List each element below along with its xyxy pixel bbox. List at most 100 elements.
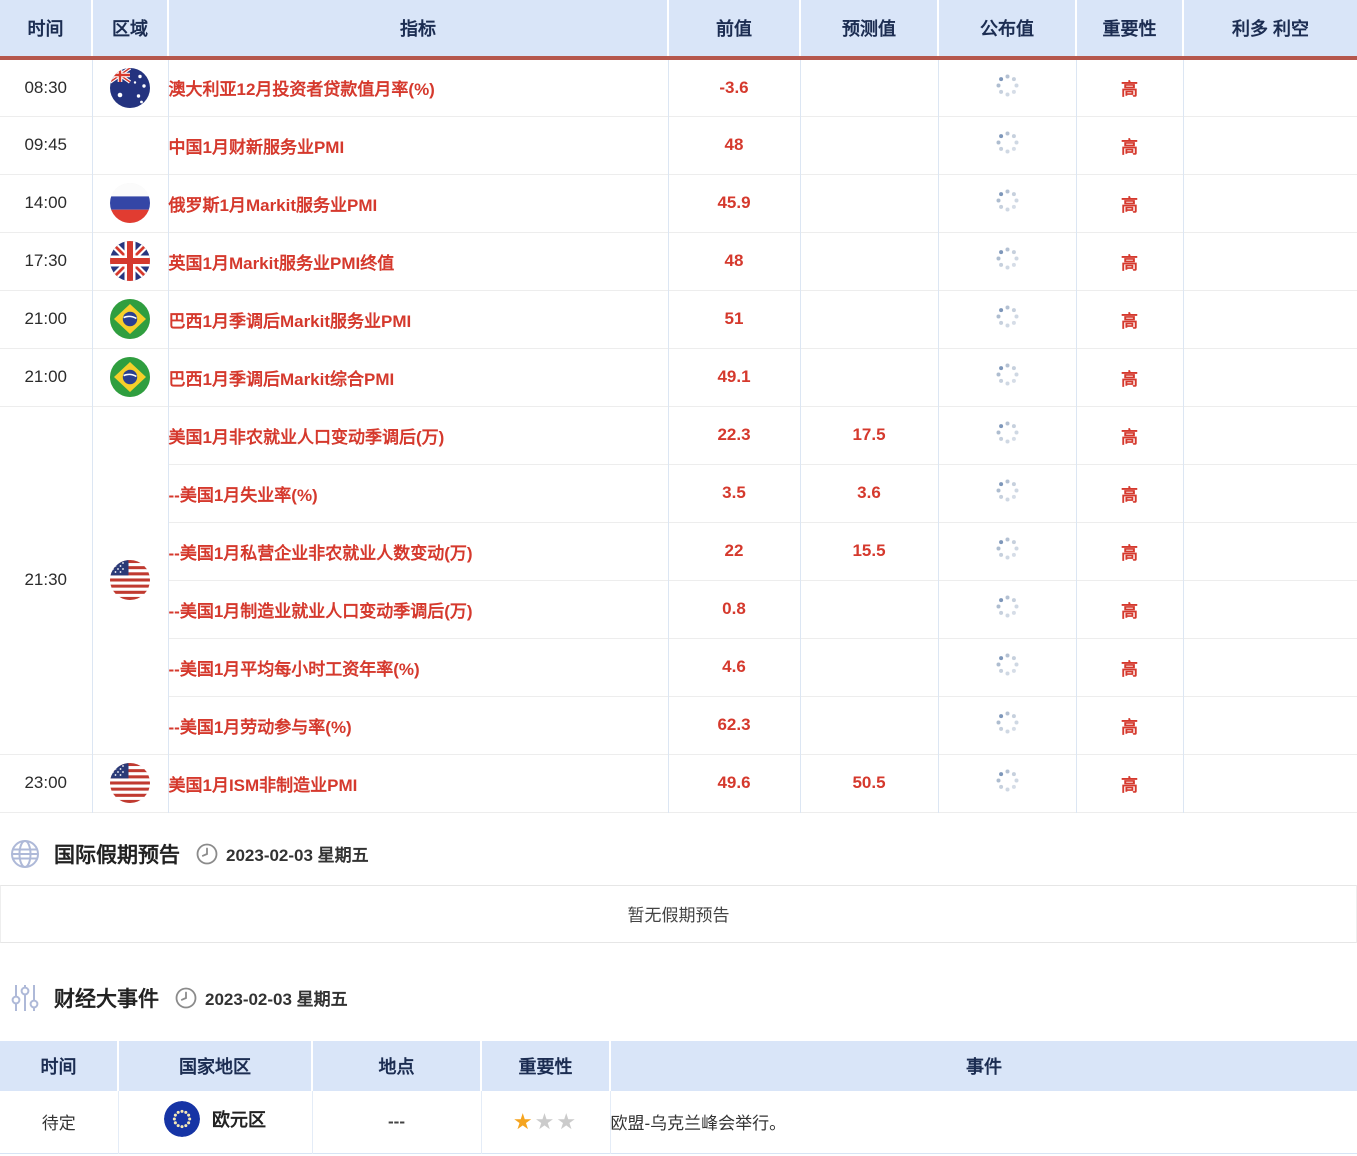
time-cell: 09:45 (0, 116, 92, 174)
flag-usa-icon (110, 763, 150, 803)
sliders-icon (10, 983, 40, 1013)
forecast-value-cell: 50.5 (800, 754, 938, 812)
indicator-link[interactable]: 美国1月非农就业人口变动季调后(万) (168, 406, 668, 464)
forecast-value-cell (800, 58, 938, 116)
published-value-cell (938, 638, 1076, 696)
big-events-table: 时间 国家地区 地点 重要性 事件 待定 欧元区---★★★欧盟-乌克兰峰会举行… (0, 1041, 1357, 1155)
published-value-cell (938, 464, 1076, 522)
importance-cell: 高 (1076, 406, 1183, 464)
region-cell (92, 58, 168, 116)
indicator-link[interactable]: 巴西1月季调后Markit综合PMI (168, 348, 668, 406)
holiday-section-header: 国际假期预告 2023-02-03 星期五 (0, 839, 1357, 869)
calendar-row: 09:45中国1月财新服务业PMI48高 (0, 116, 1357, 174)
col-header-forecast: 预测值 (800, 0, 938, 58)
sentiment-cell (1183, 638, 1357, 696)
forecast-value-cell (800, 348, 938, 406)
region-cell (92, 348, 168, 406)
previous-value-cell: 48 (668, 232, 800, 290)
holiday-empty-box: 暂无假期预告 (0, 885, 1357, 943)
events-section-date: 2023-02-03 星期五 (205, 985, 348, 1010)
indicator-link[interactable]: 澳大利亚12月投资者贷款值月率(%) (168, 58, 668, 116)
time-cell: 08:30 (0, 58, 92, 116)
importance-cell: 高 (1076, 754, 1183, 812)
indicator-link[interactable]: 俄罗斯1月Markit服务业PMI (168, 174, 668, 232)
sentiment-cell (1183, 580, 1357, 638)
importance-cell: 高 (1076, 290, 1183, 348)
indicator-link[interactable]: 中国1月财新服务业PMI (168, 116, 668, 174)
region-cell (92, 174, 168, 232)
indicator-link[interactable]: --美国1月劳动参与率(%) (168, 696, 668, 754)
importance-cell: 高 (1076, 348, 1183, 406)
importance-stars: ★★★ (513, 1116, 578, 1133)
economic-calendar-table: 时间 区域 指标 前值 预测值 公布值 重要性 利多 利空 08:30 澳大利亚… (0, 0, 1357, 813)
published-value-cell (938, 58, 1076, 116)
indicator-link[interactable]: 美国1月ISM非制造业PMI (168, 754, 668, 812)
event-time-cell: 待定 (0, 1091, 118, 1154)
forecast-value-cell (800, 580, 938, 638)
calendar-row: 08:30 澳大利亚12月投资者贷款值月率(%)-3.6高 (0, 58, 1357, 116)
time-cell: 21:30 (0, 406, 92, 754)
events-section-title: 财经大事件 (54, 983, 159, 1013)
indicator-link[interactable]: --美国1月私营企业非农就业人数变动(万) (168, 522, 668, 580)
previous-value-cell: 48 (668, 116, 800, 174)
flag-australia-icon (110, 68, 150, 108)
importance-cell: 高 (1076, 464, 1183, 522)
time-cell: 14:00 (0, 174, 92, 232)
previous-value-cell: 4.6 (668, 638, 800, 696)
events-section-header: 财经大事件 2023-02-03 星期五 (0, 983, 1357, 1013)
col-header-importance: 重要性 (1076, 0, 1183, 58)
col-header-previous: 前值 (668, 0, 800, 58)
calendar-row: --美国1月失业率(%)3.53.6高 (0, 464, 1357, 522)
previous-value-cell: 51 (668, 290, 800, 348)
flag-brazil-icon (110, 357, 150, 397)
published-value-cell (938, 174, 1076, 232)
indicator-link[interactable]: --美国1月平均每小时工资年率(%) (168, 638, 668, 696)
calendar-row: --美国1月制造业就业人口变动季调后(万)0.8高 (0, 580, 1357, 638)
indicator-link[interactable]: --美国1月制造业就业人口变动季调后(万) (168, 580, 668, 638)
forecast-value-cell: 3.6 (800, 464, 938, 522)
calendar-row: 21:00 巴西1月季调后Markit服务业PMI51高 (0, 290, 1357, 348)
event-row: 待定 欧元区---★★★欧盟-乌克兰峰会举行。 (0, 1091, 1357, 1154)
importance-cell: 高 (1076, 696, 1183, 754)
globe-icon (10, 839, 40, 869)
event-description-cell: 欧盟-乌克兰峰会举行。 (610, 1091, 1357, 1154)
previous-value-cell: 49.6 (668, 754, 800, 812)
importance-cell: 高 (1076, 58, 1183, 116)
previous-value-cell: 22.3 (668, 406, 800, 464)
flag-eu-icon (164, 1101, 200, 1137)
importance-cell: 高 (1076, 174, 1183, 232)
ev-col-header-time: 时间 (0, 1041, 118, 1091)
indicator-link[interactable]: 巴西1月季调后Markit服务业PMI (168, 290, 668, 348)
indicator-link[interactable]: --美国1月失业率(%) (168, 464, 668, 522)
loading-spinner-icon (1005, 372, 1010, 377)
published-value-cell (938, 290, 1076, 348)
flag-russia-icon (110, 183, 150, 223)
importance-cell: 高 (1076, 638, 1183, 696)
star-filled-icon: ★ (513, 1109, 535, 1134)
loading-spinner-icon (1005, 778, 1010, 783)
col-header-time: 时间 (0, 0, 92, 58)
region-cell (92, 232, 168, 290)
sentiment-cell (1183, 522, 1357, 580)
loading-spinner-icon (1005, 83, 1010, 88)
clock-icon (175, 987, 197, 1009)
calendar-row: 14:00 俄罗斯1月Markit服务业PMI45.9高 (0, 174, 1357, 232)
loading-spinner-icon (1005, 256, 1010, 261)
sentiment-cell (1183, 464, 1357, 522)
ev-col-header-importance: 重要性 (481, 1041, 610, 1091)
ev-col-header-event: 事件 (610, 1041, 1357, 1091)
indicator-link[interactable]: 英国1月Markit服务业PMI终值 (168, 232, 668, 290)
sentiment-cell (1183, 406, 1357, 464)
forecast-value-cell: 15.5 (800, 522, 938, 580)
calendar-row: --美国1月劳动参与率(%)62.3高 (0, 696, 1357, 754)
calendar-row: 21:30 美国1月非农就业人口变动季调后(万)22.317.5高 (0, 406, 1357, 464)
published-value-cell (938, 522, 1076, 580)
calendar-row: 17:30 英国1月Markit服务业PMI终值48高 (0, 232, 1357, 290)
calendar-body: 08:30 澳大利亚12月投资者贷款值月率(%)-3.6高09:45 中国1月财新… (0, 58, 1357, 812)
flag-brazil-icon (110, 299, 150, 339)
col-header-sentiment: 利多 利空 (1183, 0, 1357, 58)
calendar-row: 23:00 美国1月ISM非制造业PMI49.650.5高 (0, 754, 1357, 812)
forecast-value-cell: 17.5 (800, 406, 938, 464)
published-value-cell (938, 580, 1076, 638)
sentiment-cell (1183, 174, 1357, 232)
